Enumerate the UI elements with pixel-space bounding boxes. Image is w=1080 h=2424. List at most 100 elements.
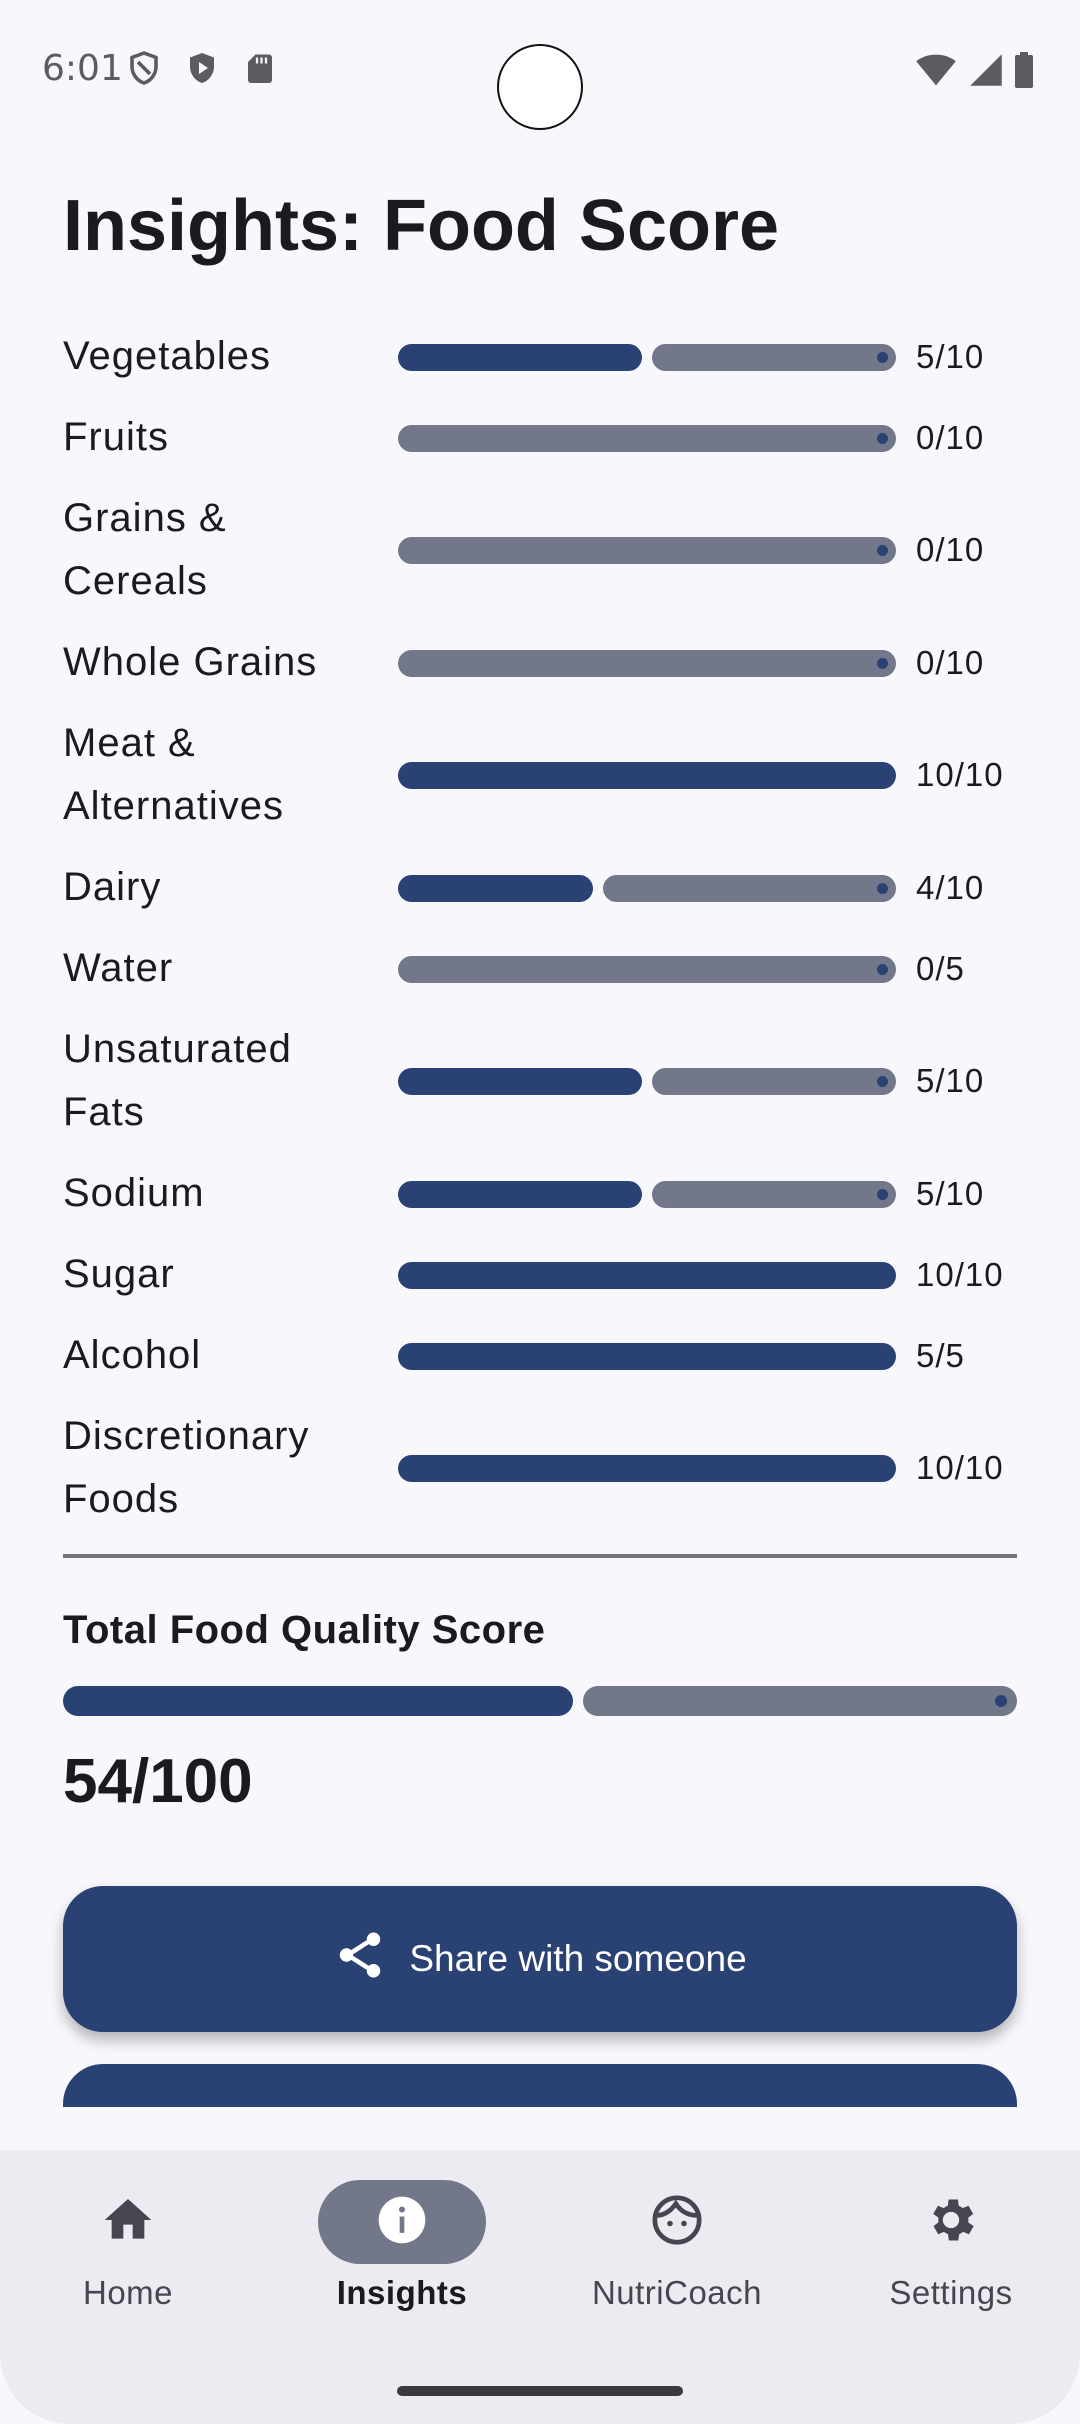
nav-item-settings[interactable]: Settings bbox=[831, 2180, 1071, 2360]
gear-icon bbox=[923, 2192, 979, 2253]
nav-label-nutricoach: NutriCoach bbox=[591, 2274, 763, 2311]
score-fill bbox=[398, 1261, 896, 1289]
bottom-navigation: Home Insights NutriCoach Settings bbox=[0, 2150, 1080, 2424]
score-row-label: Sugar bbox=[63, 1252, 175, 1296]
nav-label-home: Home bbox=[82, 2274, 174, 2311]
home-icon bbox=[100, 2192, 156, 2253]
bar-end-dot bbox=[877, 351, 888, 363]
score-remaining bbox=[398, 537, 896, 564]
score-row: Discretionary Foods 10/10 bbox=[0, 1405, 1080, 1531]
score-row-value: 0/10 bbox=[916, 531, 985, 568]
nav-pill bbox=[44, 2180, 212, 2264]
score-row-value: 5/5 bbox=[916, 1336, 965, 1374]
score-progress-bar bbox=[398, 537, 896, 564]
score-row: Meat & Alternatives 10/10 bbox=[0, 712, 1080, 838]
score-row: Water 0/5 bbox=[0, 937, 1080, 1000]
score-remaining bbox=[652, 1068, 896, 1095]
score-row: Sodium 5/10 bbox=[0, 1162, 1080, 1225]
score-progress-bar bbox=[398, 424, 896, 452]
score-row-value: 10/10 bbox=[916, 756, 1004, 793]
bar-end-dot bbox=[877, 1076, 888, 1087]
score-row-label: Water bbox=[63, 946, 174, 990]
divider bbox=[63, 1554, 1017, 1558]
score-row-label: Unsaturated Fats bbox=[63, 1027, 292, 1134]
face-icon bbox=[649, 2192, 705, 2253]
score-row-value: 5/10 bbox=[916, 1174, 985, 1212]
score-row-label: Sodium bbox=[63, 1171, 205, 1215]
score-row: Grains & Cereals 0/10 bbox=[0, 487, 1080, 613]
score-progress-bar bbox=[398, 955, 896, 983]
total-score-label: Total Food Quality Score bbox=[63, 1608, 546, 1652]
nav-item-insights[interactable]: Insights bbox=[282, 2180, 522, 2360]
score-remaining bbox=[398, 955, 896, 983]
score-row: Dairy 4/10 bbox=[0, 856, 1080, 919]
score-row-label: Meat & Alternatives bbox=[63, 721, 284, 828]
score-fill bbox=[398, 1068, 642, 1095]
score-row-label: Whole Grains bbox=[63, 640, 318, 684]
nav-item-home[interactable]: Home bbox=[8, 2180, 248, 2360]
status-icons-left bbox=[126, 50, 278, 91]
play-protect-icon bbox=[184, 50, 220, 91]
nav-item-nutricoach[interactable]: NutriCoach bbox=[557, 2180, 797, 2360]
scroll-clip bbox=[0, 2107, 1080, 2150]
score-row-value: 5/10 bbox=[916, 1062, 985, 1099]
status-icons-right bbox=[914, 52, 1034, 93]
score-fill bbox=[398, 874, 593, 902]
score-progress-bar bbox=[398, 1068, 896, 1095]
score-row-value: 0/10 bbox=[916, 418, 985, 456]
score-row-value: 0/5 bbox=[916, 949, 965, 987]
score-progress-bar bbox=[398, 649, 896, 677]
score-row: Alcohol 5/5 bbox=[0, 1324, 1080, 1387]
score-row-value: 10/10 bbox=[916, 1255, 1004, 1293]
bar-end-dot bbox=[877, 657, 888, 669]
score-progress-bar bbox=[398, 1455, 896, 1482]
score-row-value: 4/10 bbox=[916, 868, 985, 906]
home-indicator[interactable] bbox=[397, 2386, 683, 2396]
total-score-value: 54/100 bbox=[63, 1747, 253, 1816]
share-button[interactable]: Share with someone bbox=[63, 1886, 1017, 2032]
score-remaining bbox=[398, 649, 896, 677]
score-remaining bbox=[603, 874, 896, 902]
bar-end-dot bbox=[877, 545, 888, 556]
score-row-label: Alcohol bbox=[63, 1333, 202, 1377]
total-score-fill bbox=[63, 1686, 573, 1716]
score-remaining bbox=[652, 343, 896, 371]
score-progress-bar bbox=[398, 1342, 896, 1370]
wifi-icon bbox=[914, 52, 958, 93]
score-remaining bbox=[652, 1180, 896, 1208]
score-row: Sugar 10/10 bbox=[0, 1243, 1080, 1306]
score-fill bbox=[398, 1180, 642, 1208]
nav-pill-active bbox=[318, 2180, 486, 2264]
score-row: Whole Grains 0/10 bbox=[0, 631, 1080, 694]
bar-end-dot bbox=[877, 963, 888, 975]
app-screen: 6:01 Insights: Food Score Vegetables 5/1… bbox=[0, 0, 1080, 2424]
share-button-label: Share with someone bbox=[409, 1938, 747, 1979]
nav-pill bbox=[593, 2180, 761, 2264]
score-row-value: 0/10 bbox=[916, 643, 985, 681]
score-row-label: Grains & Cereals bbox=[63, 496, 227, 603]
info-icon bbox=[374, 2192, 430, 2253]
score-row-label: Fruits bbox=[63, 415, 169, 459]
score-progress-bar bbox=[398, 343, 896, 371]
bar-end-dot bbox=[995, 1695, 1007, 1707]
bar-end-dot bbox=[877, 1188, 888, 1200]
score-fill bbox=[398, 1455, 896, 1482]
score-remaining bbox=[398, 424, 896, 452]
total-score-remaining bbox=[583, 1686, 1017, 1716]
score-row-value: 5/10 bbox=[916, 337, 985, 375]
score-progress-bar bbox=[398, 874, 896, 902]
score-row-label: Vegetables bbox=[63, 334, 271, 378]
nav-label-settings: Settings bbox=[889, 2274, 1013, 2311]
score-row-label: Dairy bbox=[63, 865, 162, 909]
battery-icon bbox=[1014, 52, 1034, 93]
score-progress-bar bbox=[398, 1261, 896, 1289]
shield-icon bbox=[126, 50, 162, 91]
score-row: Unsaturated Fats 5/10 bbox=[0, 1018, 1080, 1144]
total-score-bar bbox=[63, 1686, 1017, 1716]
bar-end-dot bbox=[877, 882, 888, 894]
bar-end-dot bbox=[877, 432, 888, 444]
status-time: 6:01 bbox=[42, 48, 123, 89]
page-title: Insights: Food Score bbox=[63, 186, 780, 266]
sd-card-icon bbox=[242, 50, 278, 91]
nav-label-insights: Insights bbox=[336, 2274, 468, 2311]
